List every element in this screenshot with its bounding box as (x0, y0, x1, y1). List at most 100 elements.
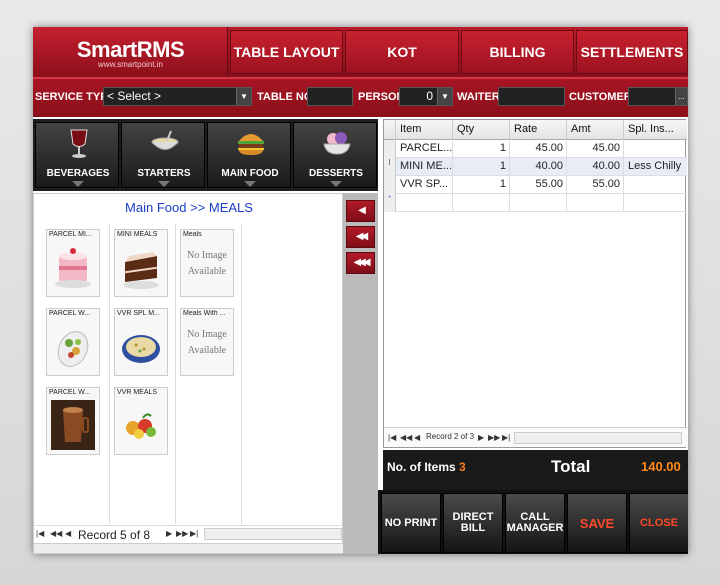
row-header (384, 140, 396, 158)
cell-spl-ins (624, 176, 687, 194)
next-page-icon[interactable]: ▶▶ (488, 433, 500, 442)
menu-item-tile[interactable]: PARCEL W... (46, 387, 100, 455)
call-manager-button[interactable]: CALL MANAGER (505, 493, 565, 553)
next-record-icon[interactable]: ▶ (166, 529, 172, 538)
tab-billing[interactable]: BILLING (461, 30, 574, 74)
cell-qty: 1 (453, 158, 510, 176)
tab-kot[interactable]: KOT (345, 30, 459, 74)
chocolate-cake-icon (123, 252, 159, 289)
scroll-up-one-button[interactable]: ◀ (346, 200, 375, 222)
header-bar: SmartRMS www.smartpoint.in TABLE LAYOUT … (33, 27, 688, 77)
customer-input[interactable]: ... (628, 87, 688, 106)
close-button[interactable]: CLOSE (629, 493, 688, 553)
previous-page-icon[interactable]: ◀◀ (400, 433, 412, 442)
last-record-icon[interactable]: ▶| (502, 433, 510, 442)
category-label: MAIN FOOD (221, 168, 279, 179)
order-record-position: Record 2 of 3 (426, 432, 475, 441)
new-row[interactable]: * (384, 194, 687, 212)
total-label: Total (551, 457, 591, 476)
cell-rate: 40.00 (510, 158, 567, 176)
new-row-asterisk-icon: * (384, 194, 396, 212)
no-print-button[interactable]: NO PRINT (381, 493, 441, 553)
action-bar: NO PRINT DIRECT BILL CALL MANAGER SAVE C… (378, 490, 688, 554)
scroll-up-page-button[interactable]: ◀◀ (346, 226, 375, 248)
no-image-placeholder: No Image Available (187, 250, 227, 277)
cell-empty (453, 194, 510, 212)
cell-qty: 1 (453, 176, 510, 194)
menu-item-title: PARCEL W... (49, 310, 91, 317)
menu-item-title: MINI MEALS (117, 231, 158, 238)
last-record-icon[interactable]: ▶| (190, 529, 198, 538)
cell-amt: 55.00 (567, 176, 624, 194)
table-row[interactable]: PARCEL... 1 45.00 45.00 (384, 140, 687, 158)
category-main-food[interactable]: MAIN FOOD (207, 122, 291, 188)
no-image-placeholder: No Image Available (187, 329, 227, 356)
panel-scrollbar[interactable] (34, 543, 344, 553)
person-select[interactable]: 0 ▼ (399, 87, 453, 106)
tab-table-layout[interactable]: TABLE LAYOUT (230, 30, 343, 74)
menu-item-title: VVR SPL M... (117, 310, 160, 317)
service-type-select[interactable]: < Select > ▼ (103, 87, 252, 106)
total-value: 140.00 (641, 459, 681, 474)
column-header-amt[interactable]: Amt (567, 120, 624, 140)
menu-item-title: Meals With ... (183, 310, 226, 317)
table-no-input[interactable] (307, 87, 353, 106)
menu-item-tile[interactable]: MINI MEALS (114, 229, 168, 297)
chevron-down-icon: ▼ (236, 88, 251, 105)
cell-empty (567, 194, 624, 212)
menu-item-tile[interactable]: VVR SPL M... (114, 308, 168, 376)
column-header-qty[interactable]: Qty (453, 120, 510, 140)
cell-rate: 55.00 (510, 176, 567, 194)
app-url: www.smartpoint.in (98, 60, 163, 69)
menu-item-tile[interactable]: VVR MEALS (114, 387, 168, 455)
direct-bill-button[interactable]: DIRECT BILL (443, 493, 503, 553)
salad-plate-icon (57, 331, 89, 367)
previous-record-icon[interactable]: ◀ (414, 433, 420, 442)
menu-item-tile[interactable]: Meals No Image Available (180, 229, 234, 297)
category-starters[interactable]: STARTERS (121, 122, 205, 188)
next-page-icon[interactable]: ▶▶ (176, 529, 188, 538)
ice-cream-icon (323, 132, 351, 155)
category-beverages[interactable]: BEVERAGES (35, 122, 119, 188)
column-header-spl-ins[interactable]: Spl. Ins... (624, 120, 687, 140)
order-grid: Item Qty Rate Amt Spl. Ins... PARCEL... … (383, 119, 687, 448)
person-label: PERSON (358, 91, 405, 103)
previous-page-icon[interactable]: ◀◀ (50, 529, 62, 538)
save-button[interactable]: SAVE (567, 493, 627, 553)
menu-item-tile[interactable]: PARCEL W... (46, 308, 100, 376)
triangle-down-icon (244, 181, 256, 187)
horizontal-scrollbar[interactable] (514, 432, 682, 444)
wine-glass-icon (70, 129, 88, 158)
tab-settlements[interactable]: SETTLEMENTS (576, 30, 688, 74)
cell-empty (510, 194, 567, 212)
fruit-icon (126, 413, 156, 439)
next-record-icon[interactable]: ▶ (478, 433, 484, 442)
chevron-down-icon: ▼ (437, 88, 452, 105)
first-record-icon[interactable]: |◀ (388, 433, 396, 442)
order-grid-header: Item Qty Rate Amt Spl. Ins... (384, 120, 687, 140)
column-header-rate[interactable]: Rate (510, 120, 567, 140)
breadcrumb: Main Food >> MEALS (125, 200, 253, 215)
waiter-label: WAITER (457, 91, 500, 103)
triangle-down-icon (72, 181, 84, 187)
column-divider (241, 224, 242, 524)
cell-item: MINI ME... (396, 158, 453, 176)
waiter-input[interactable] (498, 87, 565, 106)
items-count-value: 3 (459, 460, 466, 474)
cell-spl-ins (624, 140, 687, 158)
item-record-navigator: |◀ ◀◀ ◀ Record 5 of 8 ▶ ▶▶ ▶| (34, 525, 344, 543)
row-cursor-icon: I (384, 158, 396, 176)
table-row[interactable]: VVR SP... 1 55.00 55.00 (384, 176, 687, 194)
menu-item-tile[interactable]: PARCEL MI... (46, 229, 100, 297)
category-desserts[interactable]: DESSERTS (293, 122, 377, 188)
table-row[interactable]: I MINI ME... 1 40.00 40.00 Less Chilly (384, 158, 687, 176)
column-header-item[interactable]: Item (396, 120, 453, 140)
first-record-icon[interactable]: |◀ (36, 529, 44, 538)
cell-item: PARCEL... (396, 140, 453, 158)
customer-lookup-button[interactable]: ... (675, 88, 687, 105)
menu-item-tile[interactable]: Meals With ... No Image Available (180, 308, 234, 376)
scroll-to-start-button[interactable]: ◀◀◀ (346, 252, 375, 274)
previous-record-icon[interactable]: ◀ (65, 529, 71, 538)
order-record-navigator: |◀ ◀◀ ◀ Record 2 of 3 ▶ ▶▶ ▶| (384, 427, 687, 447)
horizontal-scrollbar[interactable] (204, 528, 342, 540)
